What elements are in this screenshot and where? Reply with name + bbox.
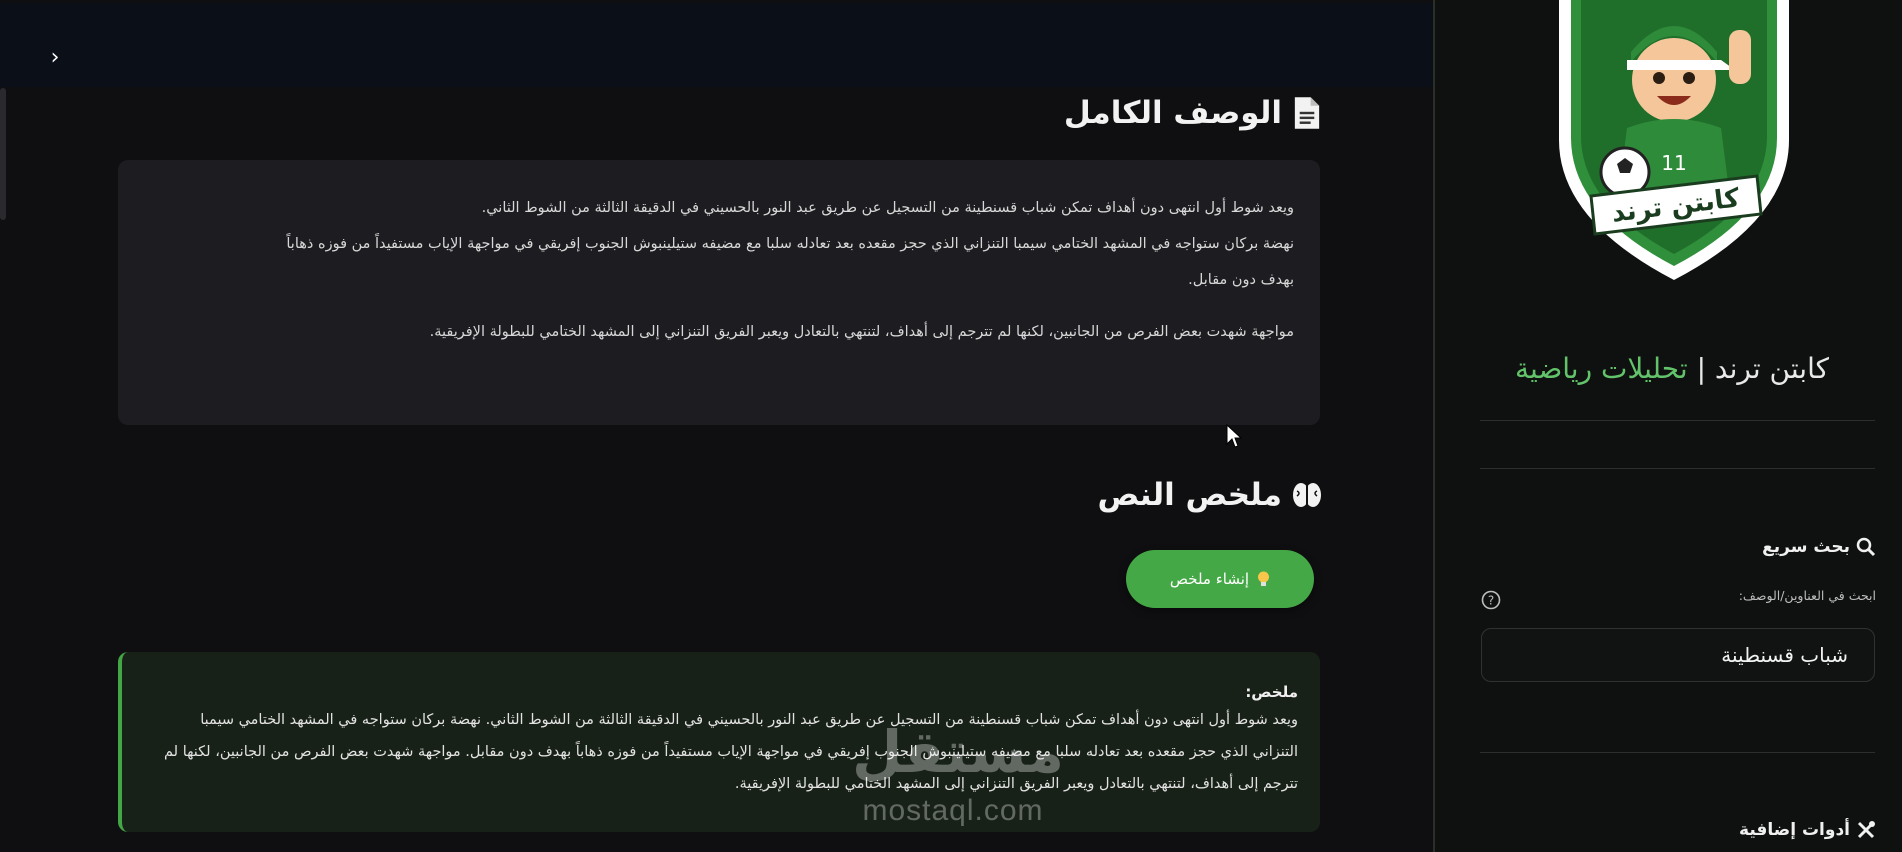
full-description-box: ويعد شوط أول انتهى دون أهداف تمكن شباب ق… xyxy=(118,160,1320,425)
description-paragraph: بهدف دون مقابل. xyxy=(1188,272,1294,288)
lightbulb-icon xyxy=(1258,571,1270,586)
full-description-heading: الوصف الكامل xyxy=(1064,93,1322,133)
full-description-title: الوصف الكامل xyxy=(1063,95,1282,131)
document-icon xyxy=(1294,97,1320,129)
chevron-right-icon[interactable]: › xyxy=(42,45,68,71)
mouse-cursor-icon xyxy=(1226,424,1242,448)
brand-tagline: تحليلات رياضية xyxy=(1515,352,1688,385)
brand-title: كابتن ترند | تحليلات رياضية xyxy=(1475,352,1869,385)
quick-search-heading: بحث سريع xyxy=(1762,533,1876,561)
summary-text: ويعد شوط أول انتهى دون أهداف تمكن شباب ق… xyxy=(164,712,1298,792)
divider xyxy=(1480,752,1875,753)
captain-trend-logo: 11 كابتن ترند xyxy=(1559,0,1789,280)
search-field-label: ابحث في العناوين/الوصف: xyxy=(1738,588,1876,603)
extra-tools-heading: أدوات إضافية xyxy=(1739,816,1876,844)
quick-search-title: بحث سريع xyxy=(1762,537,1850,557)
description-paragraph: ويعد شوط أول انتهى دون أهداف تمكن شباب ق… xyxy=(481,200,1294,216)
description-paragraph: نهضة بركان ستواجه في المشهد الختامي سيمب… xyxy=(286,236,1294,252)
logo-jersey-number: 11 xyxy=(1661,151,1686,175)
summary-heading: ملخص النص xyxy=(1098,475,1323,515)
summary-title: ملخص النص xyxy=(1097,477,1283,513)
search-input[interactable] xyxy=(1481,628,1875,682)
divider xyxy=(1480,420,1875,421)
generate-summary-button[interactable]: إنشاء ملخص xyxy=(1126,550,1314,608)
brand-name: كابتن ترند xyxy=(1714,352,1829,385)
svg-text:?: ? xyxy=(1488,594,1494,608)
brain-icon xyxy=(1293,483,1321,507)
search-icon xyxy=(1856,537,1876,557)
summary-result-box: ملخص: ويعد شوط أول انتهى دون أهداف تمكن … xyxy=(118,652,1320,832)
divider xyxy=(1480,468,1875,469)
description-paragraph: مواجهة شهدت بعض الفرص من الجانبين، لكنها… xyxy=(429,324,1294,340)
summary-label: ملخص: xyxy=(1245,683,1298,701)
main-content: › الوصف الكامل ويعد شوط أول انتهى دون أه… xyxy=(0,0,1433,852)
top-header-bar: › xyxy=(0,3,1433,87)
scrollbar-thumb[interactable] xyxy=(0,88,6,220)
extra-tools-title: أدوات إضافية xyxy=(1739,820,1850,840)
generate-summary-label: إنشاء ملخص xyxy=(1169,570,1250,588)
tools-icon xyxy=(1857,821,1875,839)
brand-separator: | xyxy=(1696,352,1706,385)
sidebar: 11 كابتن ترند كابتن ترند | تحليلات رياضي… xyxy=(1433,0,1902,852)
question-circle-icon[interactable]: ? xyxy=(1481,590,1501,610)
